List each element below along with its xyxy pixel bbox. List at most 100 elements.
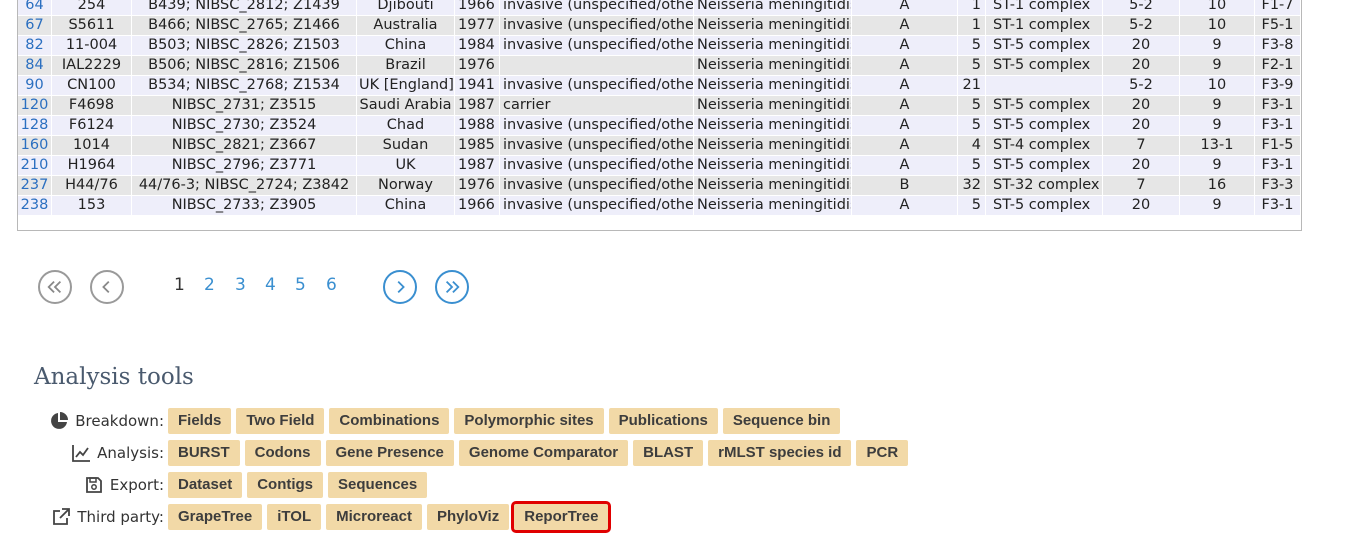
serogroup-cell: A xyxy=(852,36,958,56)
species-cell: Neisseria meningitidis xyxy=(694,176,852,196)
isolate-id-link[interactable]: 160 xyxy=(18,136,52,156)
country-cell: Australia xyxy=(357,16,455,36)
year-cell: 1987 xyxy=(455,156,500,176)
serogroup-cell: A xyxy=(852,96,958,116)
st-cell: 5 xyxy=(958,96,986,116)
page-5-link[interactable]: 5 xyxy=(295,275,306,295)
isolate-id-link[interactable]: 82 xyxy=(18,36,52,56)
codons-button[interactable]: Codons xyxy=(244,440,321,466)
pora-vr1-cell: 7 xyxy=(1103,176,1180,196)
table-row: 82 11-004 B503; NIBSC_2826; Z1503 China 1984… xyxy=(18,36,1301,56)
species-cell: Neisseria meningitidis xyxy=(694,0,852,16)
table-row: 128 F6124 NIBSC_2730; Z3524 Chad 1988 invasiv… xyxy=(18,116,1301,136)
pagination: 1 2 3 4 5 6 xyxy=(38,270,498,308)
export-buttons: Dataset Contigs Sequences xyxy=(168,472,428,498)
analysis-tools-heading: Analysis tools xyxy=(34,364,194,390)
fields-button[interactable]: Fields xyxy=(168,408,232,434)
page-2-link[interactable]: 2 xyxy=(204,275,215,295)
breakdown-buttons: Fields Two Field Combinations Polymorphi… xyxy=(168,408,841,434)
previous-page-button[interactable] xyxy=(90,270,124,304)
serogroup-cell: A xyxy=(852,136,958,156)
isolate-id-link[interactable]: 128 xyxy=(18,116,52,136)
pora-vr2-cell: 9 xyxy=(1180,56,1255,76)
dataset-button[interactable]: Dataset xyxy=(168,472,243,498)
burst-button[interactable]: BURST xyxy=(168,440,240,466)
last-page-button[interactable] xyxy=(435,270,469,304)
isolate-id-link[interactable]: 84 xyxy=(18,56,52,76)
pcr-button[interactable]: PCR xyxy=(856,440,909,466)
isolate-id-link[interactable]: 64 xyxy=(18,0,52,16)
polymorphic-sites-button[interactable]: Polymorphic sites xyxy=(454,408,604,434)
serogroup-cell: A xyxy=(852,16,958,36)
pora-vr1-cell: 20 xyxy=(1103,96,1180,116)
export-label: Export: xyxy=(109,476,164,494)
contigs-button[interactable]: Contigs xyxy=(247,472,324,498)
isolate-name-cell: IAL2229 xyxy=(52,56,132,76)
sequences-button[interactable]: Sequences xyxy=(328,472,428,498)
aliases-cell: NIBSC_2733; Z3905 xyxy=(132,196,357,216)
serogroup-cell: A xyxy=(852,0,958,16)
year-cell: 1977 xyxy=(455,16,500,36)
isolate-id-link[interactable]: 120 xyxy=(18,96,52,116)
clonal-complex-cell: ST-1 complex xyxy=(986,0,1103,16)
page-3-link[interactable]: 3 xyxy=(235,275,246,295)
grapetree-button[interactable]: GrapeTree xyxy=(168,504,263,530)
table-row: 64 254 B439; NIBSC_2812; Z1439 Djibouti 1966… xyxy=(18,0,1301,16)
disease-cell: carrier xyxy=(500,96,694,116)
species-cell: Neisseria meningitidis xyxy=(694,116,852,136)
rmlst-species-id-button[interactable]: rMLST species id xyxy=(708,440,852,466)
pora-vr2-cell: 9 xyxy=(1180,116,1255,136)
country-cell: UK [England] xyxy=(357,76,455,96)
double-chevron-left-icon xyxy=(47,280,62,294)
disease-cell: invasive (unspecified/other) xyxy=(500,196,694,216)
breakdown-label-group: Breakdown: xyxy=(49,411,164,431)
pora-vr1-cell: 20 xyxy=(1103,36,1180,56)
year-cell: 1987 xyxy=(455,96,500,116)
year-cell: 1985 xyxy=(455,136,500,156)
pora-vr2-cell: 9 xyxy=(1180,156,1255,176)
st-cell: 1 xyxy=(958,16,986,36)
feta-vr-cell: F3-3 xyxy=(1255,176,1301,196)
blast-button[interactable]: BLAST xyxy=(633,440,704,466)
first-page-button[interactable] xyxy=(38,270,72,304)
isolate-id-link[interactable]: 237 xyxy=(18,176,52,196)
feta-vr-cell: F3-9 xyxy=(1255,76,1301,96)
isolate-id-link[interactable]: 90 xyxy=(18,76,52,96)
page-4-link[interactable]: 4 xyxy=(265,275,276,295)
st-cell: 5 xyxy=(958,116,986,136)
isolate-id-link[interactable]: 238 xyxy=(18,196,52,216)
disease-cell: invasive (unspecified/other) xyxy=(500,156,694,176)
year-cell: 1976 xyxy=(455,176,500,196)
disease-cell: invasive (unspecified/other) xyxy=(500,76,694,96)
page-6-link[interactable]: 6 xyxy=(326,275,337,295)
sequence-bin-button[interactable]: Sequence bin xyxy=(722,408,841,434)
itol-button[interactable]: iTOL xyxy=(267,504,322,530)
serogroup-cell: A xyxy=(852,56,958,76)
next-page-button[interactable] xyxy=(383,270,417,304)
two-field-button[interactable]: Two Field xyxy=(236,408,325,434)
genome-comparator-button[interactable]: Genome Comparator xyxy=(458,440,629,466)
aliases-cell: B503; NIBSC_2826; Z1503 xyxy=(132,36,357,56)
results-table-body: 64 254 B439; NIBSC_2812; Z1439 Djibouti 1966… xyxy=(18,0,1301,216)
isolate-name-cell: 153 xyxy=(52,196,132,216)
feta-vr-cell: F3-8 xyxy=(1255,36,1301,56)
third-party-row: Third party: GrapeTree iTOL Microreact P… xyxy=(0,501,612,533)
export-label-group: Export: xyxy=(84,475,164,495)
year-cell: 1941 xyxy=(455,76,500,96)
reportree-button[interactable]: ReporTree xyxy=(511,501,612,533)
microreact-button[interactable]: Microreact xyxy=(326,504,422,530)
serogroup-cell: B xyxy=(852,176,958,196)
publications-button[interactable]: Publications xyxy=(608,408,718,434)
country-cell: China xyxy=(357,36,455,56)
species-cell: Neisseria meningitidis xyxy=(694,16,852,36)
save-icon xyxy=(85,477,102,493)
st-cell: 32 xyxy=(958,176,986,196)
year-cell: 1984 xyxy=(455,36,500,56)
table-row: 160 1014 NIBSC_2821; Z3667 Sudan 1985 invasiv… xyxy=(18,136,1301,156)
isolate-id-link[interactable]: 210 xyxy=(18,156,52,176)
isolate-id-link[interactable]: 67 xyxy=(18,16,52,36)
phyloviz-button[interactable]: PhyloViz xyxy=(426,504,510,530)
gene-presence-button[interactable]: Gene Presence xyxy=(325,440,454,466)
combinations-button[interactable]: Combinations xyxy=(329,408,450,434)
country-cell: UK xyxy=(357,156,455,176)
